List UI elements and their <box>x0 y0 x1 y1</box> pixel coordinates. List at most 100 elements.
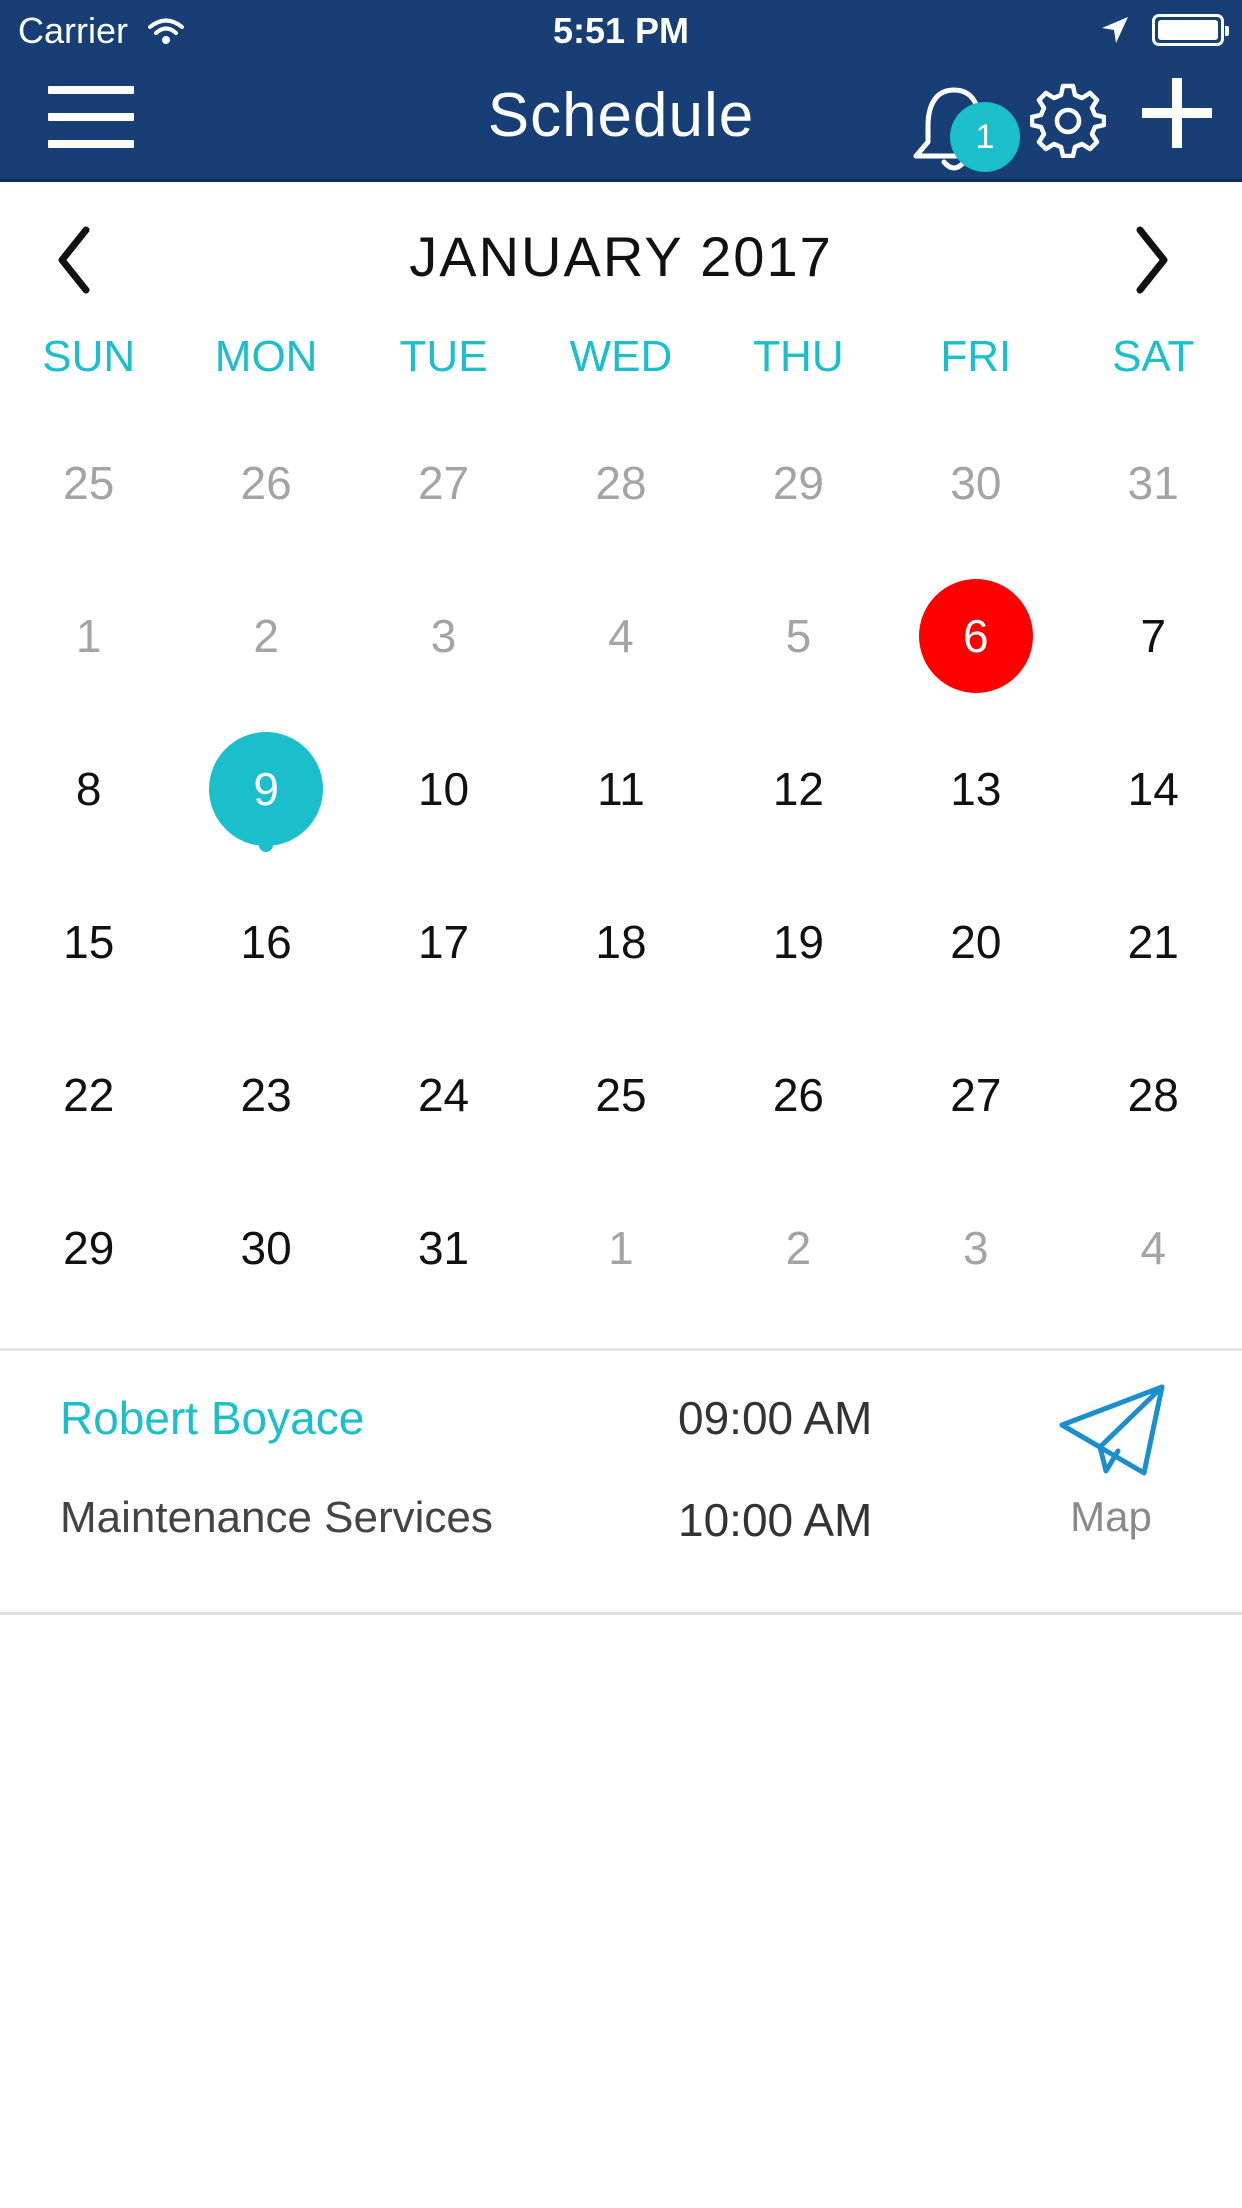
calendar-day[interactable]: 8 <box>0 712 177 865</box>
calendar-day[interactable]: 18 <box>532 865 709 1018</box>
day-number: 1 <box>608 1221 634 1274</box>
calendar-day[interactable]: 28 <box>1065 1018 1242 1171</box>
battery-icon <box>1152 14 1229 46</box>
day-number: 28 <box>595 456 647 509</box>
day-number: 31 <box>1127 456 1179 509</box>
calendar-day[interactable]: 29 <box>0 1171 177 1324</box>
calendar-day[interactable]: 4 <box>1065 1171 1242 1324</box>
map-label: Map <box>1070 1493 1152 1540</box>
event-item[interactable]: Robert Boyace Maintenance Services 09:00… <box>0 1351 1242 1613</box>
day-number: 11 <box>597 762 645 815</box>
calendar-day[interactable]: 10 <box>355 712 532 865</box>
calendar-day[interactable]: 14 <box>1065 712 1242 865</box>
calendar-day[interactable]: 5 <box>710 559 887 712</box>
event-client-name[interactable]: Robert Boyace <box>60 1391 364 1445</box>
calendar-day[interactable]: 16 <box>177 865 354 1018</box>
calendar-day[interactable]: 27 <box>355 406 532 559</box>
status-right <box>1100 14 1229 46</box>
day-number: 22 <box>63 1068 115 1121</box>
chevron-right-icon[interactable] <box>1132 224 1172 296</box>
day-number: 19 <box>772 915 824 968</box>
calendar-day[interactable]: 20 <box>887 865 1064 1018</box>
nav-bar: Schedule 1 <box>0 62 1242 182</box>
calendar-day[interactable]: 31 <box>355 1171 532 1324</box>
day-number: 20 <box>950 915 1002 968</box>
calendar-day[interactable]: 11 <box>532 712 709 865</box>
weekday-thu: THU <box>753 332 844 381</box>
day-number: 28 <box>1127 1068 1179 1121</box>
day-number: 27 <box>950 1068 1002 1121</box>
weekday-wed: WED <box>569 332 673 381</box>
calendar-day[interactable]: 23 <box>177 1018 354 1171</box>
event-end-time: 10:00 AM <box>678 1494 873 1546</box>
calendar-day[interactable]: 2 <box>710 1171 887 1324</box>
calendar-day[interactable]: 25 <box>0 406 177 559</box>
calendar-day[interactable]: 27 <box>887 1018 1064 1171</box>
day-number: 10 <box>417 762 470 815</box>
calendar-day[interactable]: 31 <box>1065 406 1242 559</box>
day-number: 13 <box>950 762 1002 815</box>
plus-icon[interactable] <box>1140 76 1214 150</box>
day-number: 21 <box>1127 915 1179 968</box>
weekday-mon: MON <box>214 332 318 381</box>
event-service: Maintenance Services <box>60 1493 493 1542</box>
day-number: 12 <box>772 762 824 815</box>
day-number: 27 <box>417 456 470 509</box>
day-number: 6 <box>963 609 989 662</box>
calendar-day[interactable]: 19 <box>710 865 887 1018</box>
calendar-day[interactable]: 4 <box>532 559 709 712</box>
calendar-day[interactable]: 22 <box>0 1018 177 1171</box>
battery-level <box>1158 20 1218 40</box>
calendar-day[interactable]: 29 <box>710 406 887 559</box>
day-number: 3 <box>963 1221 989 1274</box>
day-number: 5 <box>785 609 812 662</box>
calendar-day[interactable]: 24 <box>355 1018 532 1171</box>
calendar-grid: 25 26 27 28 29 30 31 1 2 3 4 5 6 7 8 9 10 11 12 13 14 15 16 17 1… <box>0 406 1242 1324</box>
calendar-day[interactable]: 13 <box>887 712 1064 865</box>
calendar-day[interactable]: 1 <box>532 1171 709 1324</box>
day-number: 9 <box>253 762 279 815</box>
calendar-day[interactable]: 25 <box>532 1018 709 1171</box>
calendar-day[interactable]: 30 <box>887 406 1064 559</box>
calendar-day[interactable]: 17 <box>355 865 532 1018</box>
day-number: 18 <box>595 915 647 968</box>
calendar-day-selected[interactable]: 9 <box>177 712 354 865</box>
divider <box>0 1612 1242 1615</box>
gear-icon[interactable] <box>1030 82 1106 158</box>
day-number: 4 <box>1140 1221 1167 1274</box>
map-button[interactable]: Map <box>1046 1381 1176 1551</box>
day-number: 16 <box>240 915 292 968</box>
calendar-day[interactable]: 26 <box>710 1018 887 1171</box>
calendar-day[interactable]: 21 <box>1065 865 1242 1018</box>
day-number: 23 <box>240 1068 292 1121</box>
calendar-day[interactable]: 15 <box>0 865 177 1018</box>
day-number: 8 <box>75 762 102 815</box>
calendar-day[interactable]: 26 <box>177 406 354 559</box>
location-arrow-icon <box>1102 17 1128 43</box>
calendar-day[interactable]: 2 <box>177 559 354 712</box>
notification-badge: 1 <box>950 102 1020 172</box>
calendar-day[interactable]: 7 <box>1065 559 1242 712</box>
event-start-time: 09:00 AM <box>678 1392 873 1444</box>
calendar-day[interactable]: 28 <box>532 406 709 559</box>
calendar-day[interactable]: 1 <box>0 559 177 712</box>
calendar-day[interactable]: 12 <box>710 712 887 865</box>
day-number: 24 <box>417 1068 470 1121</box>
month-header: JANUARY 2017 <box>0 182 1242 332</box>
calendar-day-today[interactable]: 6 <box>887 559 1064 712</box>
event-indicator-dot <box>259 838 274 852</box>
day-number: 2 <box>253 609 279 662</box>
weekday-header: SUN MON TUE WED THU FRI SAT <box>0 332 1242 392</box>
paper-plane-icon <box>1059 1384 1165 1476</box>
day-number: 30 <box>950 456 1002 509</box>
weekday-tue: TUE <box>399 332 488 381</box>
month-title: JANUARY 2017 <box>409 225 833 288</box>
calendar-day[interactable]: 3 <box>355 559 532 712</box>
calendar-day[interactable]: 30 <box>177 1171 354 1324</box>
day-number: 26 <box>772 1068 824 1121</box>
day-number: 7 <box>1140 609 1167 662</box>
day-number: 3 <box>430 609 457 662</box>
calendar-day[interactable]: 3 <box>887 1171 1064 1324</box>
day-number: 29 <box>772 456 824 509</box>
day-number: 29 <box>63 1221 115 1274</box>
